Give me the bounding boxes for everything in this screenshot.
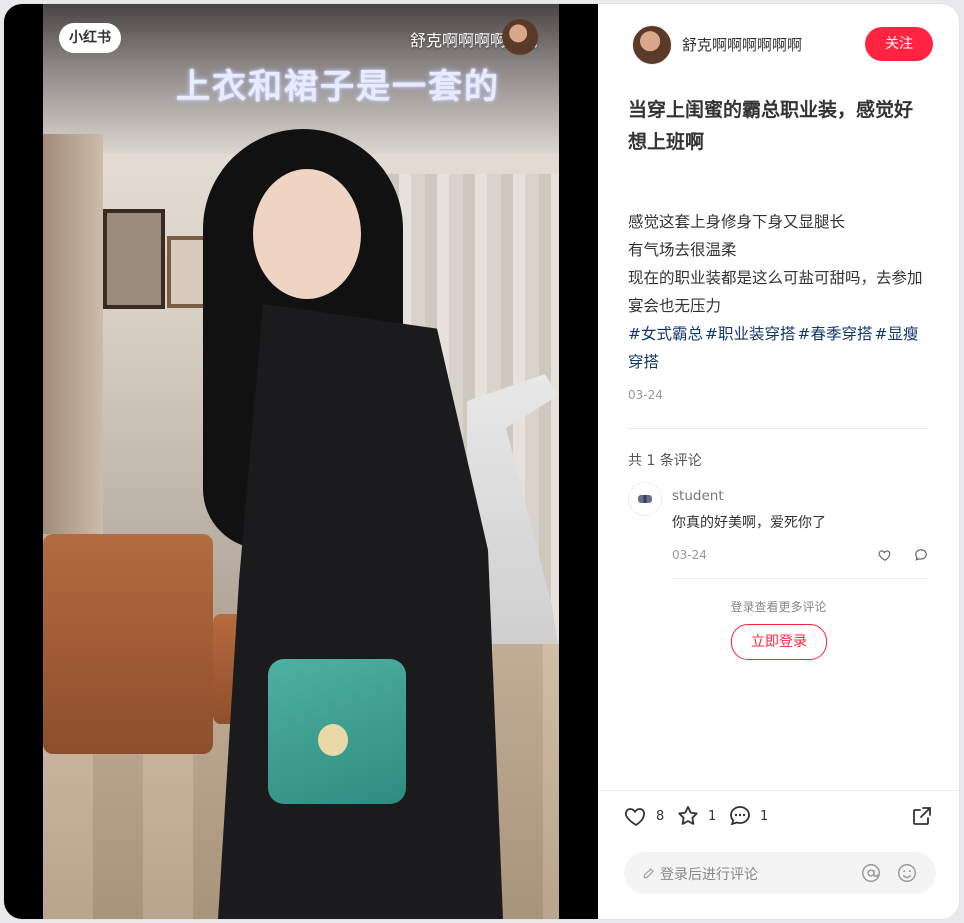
media-author-avatar	[502, 19, 538, 55]
author-name[interactable]: 舒克啊啊啊啊啊啊	[682, 34, 802, 55]
login-hint: 登录查看更多评论	[730, 600, 827, 614]
heart-icon	[624, 808, 646, 827]
comment-text: 你真的好美啊，爱死你了	[672, 515, 826, 531]
note-description: 感觉这套上身修身下身又显腿长 有气场去很温柔 现在的职业装都是这么可盐可甜吗，去…	[628, 208, 928, 320]
note-date: 03-24	[628, 388, 663, 402]
login-button[interactable]: 立即登录	[731, 624, 827, 660]
comment-icon	[730, 806, 750, 826]
commenter-name[interactable]: student	[672, 488, 724, 504]
hashtag-list: #女式霸总 #职业装穿搭 #春季穿搭 #显瘦穿搭	[628, 320, 928, 376]
comment-count: 共 1 条评论	[628, 453, 702, 469]
comment-count-action: 1	[760, 808, 769, 824]
heart-icon[interactable]	[878, 548, 892, 562]
divider	[628, 428, 928, 429]
collect-button[interactable]: 1	[676, 804, 716, 828]
comment-date: 03-24	[672, 548, 707, 562]
comment-input[interactable]: 登录后进行评论	[624, 852, 936, 894]
note-card: 上衣和裙子是一套的 小红书 舒克啊啊啊啊啊啊 舒克啊啊啊啊啊啊 关注 当穿上闺蜜…	[4, 4, 959, 919]
avatar[interactable]	[632, 25, 672, 65]
comment-button[interactable]: 1	[728, 804, 768, 828]
media-viewer[interactable]: 上衣和裙子是一套的 小红书 舒克啊啊啊啊啊啊	[4, 4, 598, 919]
share-icon[interactable]	[910, 804, 934, 828]
hashtag[interactable]: #女式霸总	[628, 325, 703, 343]
reply-icon[interactable]	[914, 548, 928, 562]
like-button[interactable]: 8	[624, 804, 664, 828]
divider	[598, 790, 959, 791]
at-icon[interactable]	[860, 862, 882, 884]
divider	[672, 578, 928, 579]
pencil-icon	[643, 868, 654, 879]
description-line: 感觉这套上身修身下身又显腿长	[628, 213, 846, 231]
description-line: 有气场去很温柔	[628, 241, 737, 259]
collect-count: 1	[708, 808, 717, 824]
note-photo[interactable]: 上衣和裙子是一套的	[43, 4, 559, 919]
like-count: 8	[656, 808, 665, 824]
author-header: 舒克啊啊啊啊啊啊 关注	[598, 4, 959, 84]
note-title: 当穿上闺蜜的霸总职业装，感觉好想上班啊	[628, 99, 914, 153]
engagement-bar: 8 1 1	[624, 802, 944, 832]
hashtag[interactable]: #职业装穿搭	[705, 325, 796, 343]
bow-icon	[638, 495, 652, 503]
hashtag[interactable]: #春季穿搭	[798, 325, 873, 343]
note-detail-panel: 舒克啊啊啊啊啊啊 关注 当穿上闺蜜的霸总职业装，感觉好想上班啊 感觉这套上身修身…	[598, 4, 959, 919]
description-line: 现在的职业装都是这么可盐可甜吗，去参加宴会也无压力	[628, 269, 923, 315]
comment-item: student 你真的好美啊，爱死你了 03-24	[628, 482, 928, 578]
comment-input-placeholder: 登录后进行评论	[660, 867, 758, 883]
commenter-avatar[interactable]	[628, 482, 662, 516]
photo-caption: 上衣和裙子是一套的	[176, 67, 500, 107]
star-icon	[678, 806, 698, 825]
follow-button[interactable]: 关注	[865, 27, 933, 61]
emoji-icon[interactable]	[896, 862, 918, 884]
xiaohongshu-logo: 小红书	[59, 23, 121, 53]
